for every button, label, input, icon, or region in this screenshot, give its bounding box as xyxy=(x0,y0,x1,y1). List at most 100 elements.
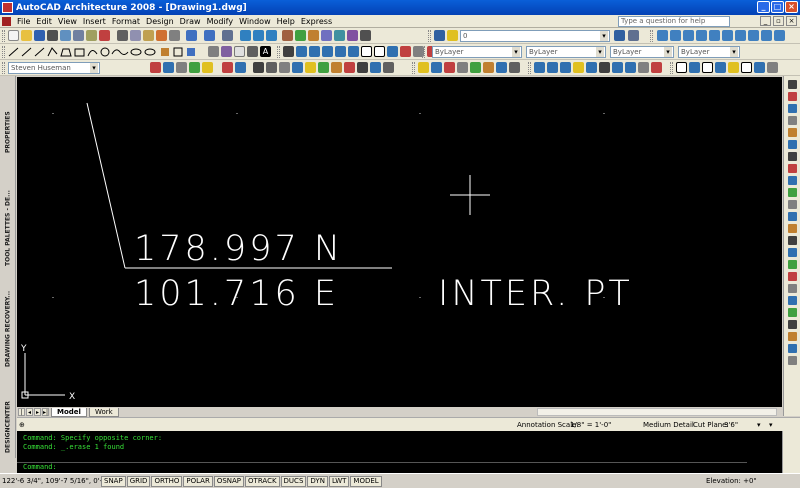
view-tool-6-icon[interactable] xyxy=(292,62,303,73)
arch-tool-8-icon[interactable] xyxy=(509,62,520,73)
tab-work[interactable]: Work xyxy=(88,407,119,417)
north-coordinate-text[interactable]: 178.997 N xyxy=(134,229,343,269)
tray-settings-icon[interactable]: ▾ xyxy=(769,421,773,429)
menu-window[interactable]: Window xyxy=(236,17,274,26)
zoom-all-icon[interactable] xyxy=(683,30,694,41)
command-input[interactable]: Command: xyxy=(17,462,747,471)
array-icon[interactable] xyxy=(335,46,346,57)
toolbar-grip[interactable] xyxy=(2,46,5,58)
help-icon[interactable] xyxy=(360,30,371,41)
copy-icon[interactable] xyxy=(130,30,141,41)
layout-tool-9-icon[interactable] xyxy=(638,62,649,73)
draw-tool-3-icon[interactable] xyxy=(176,62,187,73)
close-button[interactable]: × xyxy=(785,1,798,13)
zoom-previous-2-icon[interactable] xyxy=(761,30,772,41)
menu-design[interactable]: Design xyxy=(143,17,177,26)
view-tool-5-icon[interactable] xyxy=(279,62,290,73)
layer-previous-icon[interactable] xyxy=(628,30,639,41)
right-tool-13-icon[interactable] xyxy=(788,224,797,233)
layout-tool-4-icon[interactable] xyxy=(573,62,584,73)
toolbar-grip[interactable] xyxy=(412,62,415,74)
view-tool-3-icon[interactable] xyxy=(253,62,264,73)
right-tool-11-icon[interactable] xyxy=(788,200,797,209)
drawing-canvas[interactable]: 178.997 N 101.716 E INTER. PT Y X xyxy=(17,77,782,407)
right-tool-12-icon[interactable] xyxy=(788,212,797,221)
zoom-object-icon[interactable] xyxy=(748,30,759,41)
snap-toggle[interactable]: SNAP xyxy=(101,475,126,487)
right-tool-23-icon[interactable] xyxy=(788,344,797,353)
arch-tool-3-icon[interactable] xyxy=(444,62,455,73)
cut-plane-value[interactable]: 3'6" xyxy=(724,421,738,429)
multiline-text-icon[interactable]: A xyxy=(260,46,271,57)
drawing-recovery-tab[interactable]: DRAWING RECOVERY... xyxy=(1,282,15,376)
zoom-in-icon[interactable] xyxy=(657,30,668,41)
lineweight-dropdown[interactable]: ByLayer xyxy=(610,46,674,58)
etransmit-icon[interactable] xyxy=(99,30,110,41)
document-icon[interactable] xyxy=(2,16,11,26)
prev-tab-arrow-icon[interactable]: ◂ xyxy=(26,408,33,416)
right-tool-20-icon[interactable] xyxy=(788,308,797,317)
right-tool-4-icon[interactable] xyxy=(788,116,797,125)
help-search-input[interactable]: Type a question for help xyxy=(618,16,730,27)
toolbar-grip[interactable] xyxy=(2,30,5,42)
linetype-dropdown[interactable]: ByLayer xyxy=(526,46,606,58)
right-tool-5-icon[interactable] xyxy=(788,128,797,137)
trim-icon[interactable] xyxy=(400,46,411,57)
sheet-set-icon[interactable] xyxy=(321,30,332,41)
right-tool-24-icon[interactable] xyxy=(788,356,797,365)
tab-model[interactable]: Model xyxy=(51,407,87,417)
undo-icon[interactable] xyxy=(186,30,197,41)
plot-preview-icon[interactable] xyxy=(60,30,71,41)
layout-tool-5-icon[interactable] xyxy=(586,62,597,73)
erase-icon[interactable] xyxy=(283,46,294,57)
doc-close-button[interactable]: × xyxy=(786,16,797,26)
doc-restore-button[interactable]: ▫ xyxy=(773,16,784,26)
open-folder-icon[interactable] xyxy=(21,30,32,41)
layout-tool-7-icon[interactable] xyxy=(612,62,623,73)
lwt-toggle[interactable]: LWT xyxy=(328,475,350,487)
doc-minimize-button[interactable]: _ xyxy=(760,16,771,26)
toolbar-grip[interactable] xyxy=(528,62,531,74)
right-tool-2-icon[interactable] xyxy=(788,92,797,101)
view-tool-12-icon[interactable] xyxy=(370,62,381,73)
draw-tool-1-icon[interactable] xyxy=(150,62,161,73)
view-se-icon[interactable] xyxy=(741,62,752,73)
view-iso-icon[interactable] xyxy=(702,62,713,73)
arch-tool-2-icon[interactable] xyxy=(431,62,442,73)
toolbar-grip[interactable] xyxy=(2,62,5,74)
autocad-app-icon[interactable] xyxy=(2,2,13,13)
right-tool-16-icon[interactable] xyxy=(788,260,797,269)
copy-object-icon[interactable] xyxy=(296,46,307,57)
cut-plane-arrow-icon[interactable]: ▾ xyxy=(757,421,761,429)
layout-tool-6-icon[interactable] xyxy=(599,62,610,73)
pan-icon[interactable] xyxy=(222,30,233,41)
view-tool-13-icon[interactable] xyxy=(383,62,394,73)
ortho-toggle[interactable]: ORTHO xyxy=(151,475,183,487)
view-sw-icon[interactable] xyxy=(754,62,765,73)
draw-tool-4-icon[interactable] xyxy=(189,62,200,73)
toolbar-grip[interactable] xyxy=(422,46,425,58)
layout-tool-10-icon[interactable] xyxy=(651,62,662,73)
arch-tool-7-icon[interactable] xyxy=(496,62,507,73)
color-dropdown[interactable]: ByLayer xyxy=(432,46,522,58)
view-ne-icon[interactable] xyxy=(767,62,778,73)
command-scrollbar[interactable] xyxy=(782,431,800,473)
arch-tool-4-icon[interactable] xyxy=(457,62,468,73)
scale-icon[interactable] xyxy=(374,46,385,57)
menu-file[interactable]: File xyxy=(14,17,33,26)
menu-insert[interactable]: Insert xyxy=(80,17,109,26)
zoom-window-2-icon[interactable] xyxy=(774,30,785,41)
arch-tool-6-icon[interactable] xyxy=(483,62,494,73)
view-tool-9-icon[interactable] xyxy=(331,62,342,73)
dyn-toggle[interactable]: DYN xyxy=(307,475,328,487)
view-tool-4-icon[interactable] xyxy=(266,62,277,73)
toolbar-grip[interactable] xyxy=(650,30,653,42)
3d-dwf-icon[interactable] xyxy=(86,30,97,41)
region-icon[interactable] xyxy=(234,46,245,57)
right-tool-15-icon[interactable] xyxy=(788,248,797,257)
tool-palettes-tab[interactable]: TOOL PALETTES - DE... xyxy=(1,180,15,276)
block-editor-icon[interactable] xyxy=(169,30,180,41)
right-tool-21-icon[interactable] xyxy=(788,320,797,329)
layout-tool-8-icon[interactable] xyxy=(625,62,636,73)
last-tab-arrow-icon[interactable]: ▸| xyxy=(42,408,49,416)
